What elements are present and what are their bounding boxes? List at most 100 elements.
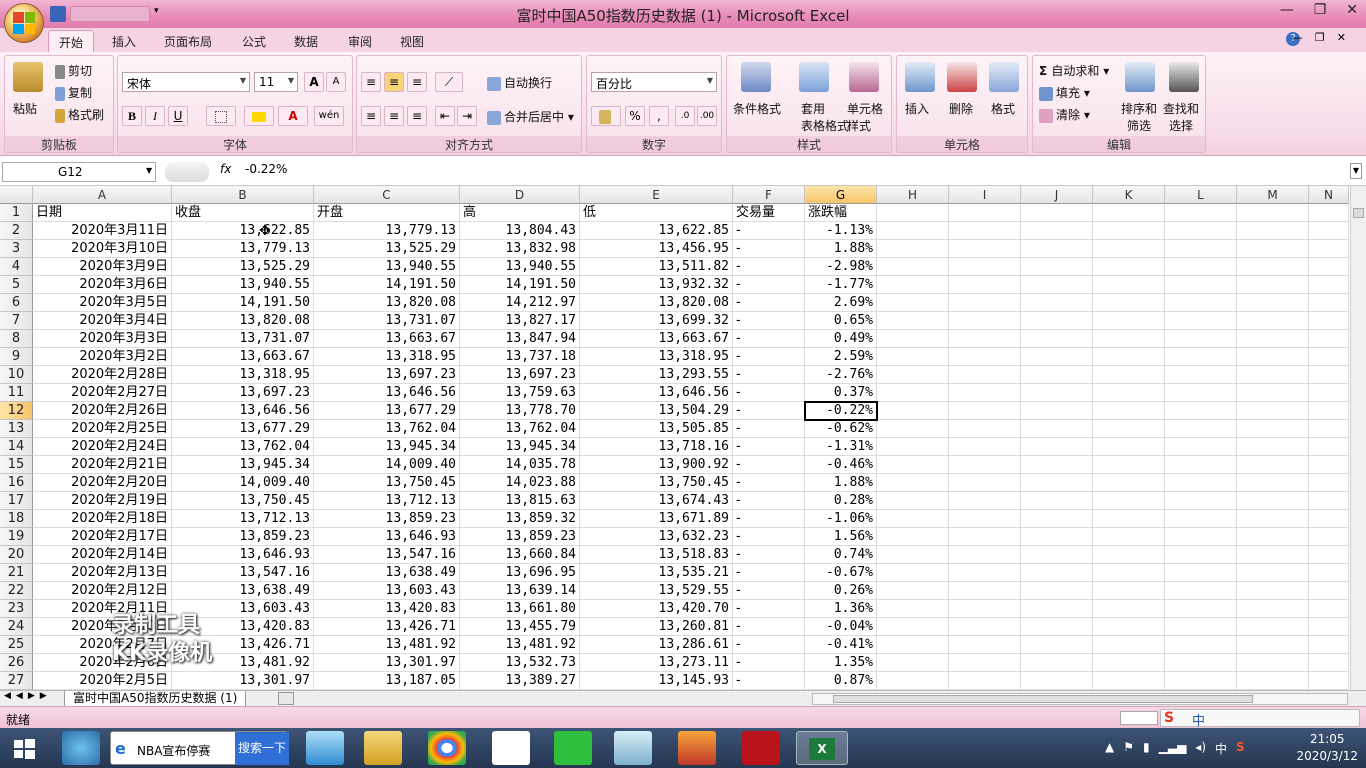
table-cell[interactable]: 2020年2月28日 [33, 366, 172, 384]
ime-tray-label[interactable]: 中 [1215, 740, 1227, 757]
table-cell[interactable]: 2020年2月5日 [33, 672, 172, 690]
table-cell[interactable]: 13,301.97 [314, 654, 460, 672]
table-cell[interactable] [1093, 294, 1165, 312]
header-cell[interactable]: 低 [580, 204, 733, 222]
conditional-format-button[interactable]: 条件格式 [733, 100, 781, 117]
restore-button[interactable]: ❐ [1314, 2, 1327, 18]
table-cell[interactable] [1093, 636, 1165, 654]
table-cell[interactable]: - [733, 618, 805, 636]
finance-app-icon[interactable] [742, 731, 780, 765]
number-format-select[interactable]: 百分比 ▼ [591, 72, 717, 92]
table-cell[interactable] [877, 402, 949, 420]
table-cell[interactable]: 13,750.45 [172, 492, 314, 510]
table-cell[interactable]: - [733, 402, 805, 420]
table-cell[interactable]: - [733, 528, 805, 546]
table-cell[interactable] [1165, 330, 1237, 348]
table-cell[interactable] [877, 456, 949, 474]
table-cell[interactable] [1165, 438, 1237, 456]
table-cell[interactable] [1165, 528, 1237, 546]
row-header-7[interactable]: 7 [0, 312, 33, 330]
table-cell[interactable] [1021, 276, 1093, 294]
table-cell[interactable]: 13,779.13 [314, 222, 460, 240]
ime-toolbar[interactable] [1160, 709, 1360, 727]
fill-button[interactable]: 填充 ▾ [1039, 84, 1090, 101]
table-cell[interactable]: 13,945.34 [314, 438, 460, 456]
table-cell[interactable]: -0.67% [805, 564, 877, 582]
volume-icon[interactable]: ◂) [1195, 740, 1206, 757]
font-name-select[interactable]: 宋体 ▼ [122, 72, 250, 92]
table-cell[interactable] [1309, 564, 1349, 582]
table-cell[interactable] [877, 600, 949, 618]
table-cell[interactable]: 13,660.84 [460, 546, 580, 564]
table-cell[interactable]: 13,547.16 [172, 564, 314, 582]
percent-button[interactable]: % [625, 106, 645, 126]
table-cell[interactable] [1309, 258, 1349, 276]
close-button[interactable]: ✕ [1346, 2, 1358, 18]
table-cell[interactable]: -0.41% [805, 636, 877, 654]
table-cell[interactable]: 13,731.07 [172, 330, 314, 348]
table-cell[interactable]: 0.26% [805, 582, 877, 600]
table-cell[interactable] [877, 510, 949, 528]
table-cell[interactable]: 13,145.93 [580, 672, 733, 690]
table-cell[interactable] [877, 618, 949, 636]
table-cell[interactable] [1093, 240, 1165, 258]
office-button[interactable] [4, 3, 44, 43]
column-header-g[interactable]: G [805, 186, 877, 204]
app-icon-1[interactable] [62, 731, 100, 765]
formula-input[interactable]: -0.22% [245, 162, 287, 176]
column-header-f[interactable]: F [733, 186, 805, 204]
table-cell[interactable] [877, 672, 949, 690]
network-icon[interactable]: ▁▃▅ [1159, 740, 1187, 757]
table-cell[interactable] [1093, 582, 1165, 600]
table-cell[interactable] [1237, 546, 1309, 564]
table-cell[interactable] [1309, 384, 1349, 402]
table-cell[interactable]: 13,286.61 [580, 636, 733, 654]
table-cell[interactable] [949, 258, 1021, 276]
table-cell[interactable] [1237, 528, 1309, 546]
table-cell[interactable]: - [733, 492, 805, 510]
table-cell[interactable]: 13,671.89 [580, 510, 733, 528]
table-cell[interactable] [949, 366, 1021, 384]
folder-icon[interactable] [364, 731, 402, 765]
table-cell[interactable] [1093, 528, 1165, 546]
table-cell[interactable]: 0.87% [805, 672, 877, 690]
start-button[interactable] [8, 731, 40, 765]
table-cell[interactable] [1093, 276, 1165, 294]
row-header-17[interactable]: 17 [0, 492, 33, 510]
table-cell[interactable]: 13,663.67 [580, 330, 733, 348]
table-cell[interactable]: 13,389.27 [460, 672, 580, 690]
table-cell[interactable]: 13,820.08 [580, 294, 733, 312]
table-cell[interactable]: 2020年3月11日 [33, 222, 172, 240]
table-cell[interactable] [1237, 618, 1309, 636]
new-sheet-icon[interactable] [278, 692, 294, 705]
table-cell[interactable]: 13,646.56 [580, 384, 733, 402]
table-cell[interactable] [877, 438, 949, 456]
table-cell[interactable] [1309, 528, 1349, 546]
tab-formulas[interactable]: 公式 [232, 30, 276, 52]
table-cell[interactable]: 13,639.14 [460, 582, 580, 600]
table-cell[interactable] [1093, 510, 1165, 528]
table-cell[interactable]: 2020年2月21日 [33, 456, 172, 474]
table-cell[interactable] [1093, 600, 1165, 618]
table-cell[interactable]: 13,677.29 [172, 420, 314, 438]
phonetic-button[interactable]: wén [314, 106, 344, 126]
format-cells-button[interactable]: 格式 [991, 100, 1015, 117]
table-cell[interactable] [949, 474, 1021, 492]
table-cell[interactable]: -0.04% [805, 618, 877, 636]
table-cell[interactable]: 2.69% [805, 294, 877, 312]
table-cell[interactable] [1093, 672, 1165, 690]
table-cell[interactable] [1237, 366, 1309, 384]
table-cell[interactable]: 1.56% [805, 528, 877, 546]
table-cell[interactable]: 13,318.95 [314, 348, 460, 366]
table-cell[interactable]: 2020年2月14日 [33, 546, 172, 564]
table-cell[interactable] [1021, 474, 1093, 492]
table-cell[interactable] [1093, 402, 1165, 420]
table-cell[interactable] [1093, 348, 1165, 366]
table-cell[interactable]: 13,940.55 [172, 276, 314, 294]
vscroll-thumb[interactable] [1353, 208, 1364, 218]
table-cell[interactable]: - [733, 600, 805, 618]
table-cell[interactable] [1165, 384, 1237, 402]
table-cell[interactable]: 13,750.45 [314, 474, 460, 492]
table-cell[interactable]: - [733, 240, 805, 258]
vertical-scrollbar[interactable] [1350, 186, 1366, 690]
